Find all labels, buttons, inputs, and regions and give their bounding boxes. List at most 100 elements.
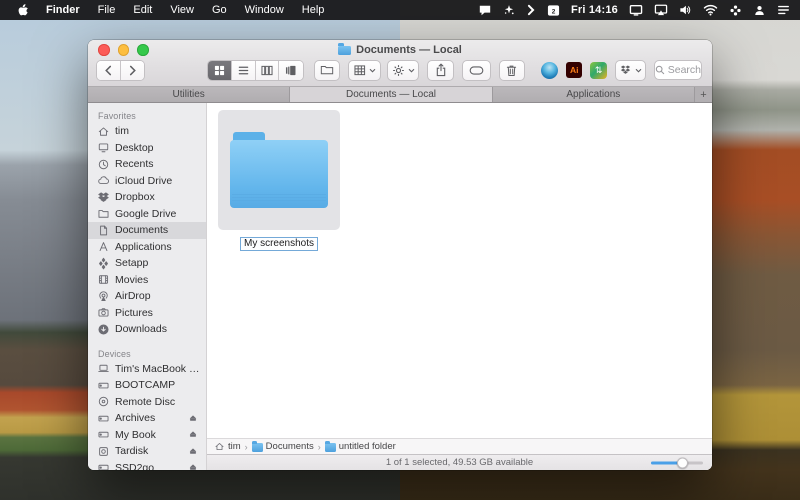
back-button[interactable]: [97, 60, 121, 80]
sidebar-item-desktop[interactable]: Desktop: [88, 140, 206, 157]
zoom-button[interactable]: [137, 44, 149, 56]
navigation-buttons: [96, 59, 146, 81]
tag-button[interactable]: [462, 59, 491, 81]
path-segment-tim[interactable]: tim: [214, 441, 241, 452]
window-chrome: Documents — Local Ai ⇅ Search: [88, 40, 712, 87]
sidebar-item-label: AirDrop: [115, 290, 151, 303]
sidebar-item-label: Applications: [115, 240, 172, 253]
chat-icon[interactable]: [478, 4, 492, 17]
eject-icon[interactable]: [188, 429, 199, 440]
volume-icon[interactable]: [679, 4, 692, 16]
list-view-button[interactable]: [231, 60, 256, 80]
selected-folder-tile[interactable]: [218, 110, 340, 230]
sidebar-item-tardisk[interactable]: Tardisk: [88, 443, 206, 460]
sidebar-item-pictures[interactable]: Pictures: [88, 305, 206, 322]
menu-item-help[interactable]: Help: [293, 0, 334, 20]
sidebar-item-movies[interactable]: Movies: [88, 272, 206, 289]
calendar-icon[interactable]: 2: [547, 4, 560, 17]
tab-bar: Utilities Documents — Local Applications +: [88, 87, 712, 103]
sidebar-item-label: Pictures: [115, 306, 153, 319]
tab-utilities[interactable]: Utilities: [88, 87, 291, 102]
icon-view-button[interactable]: [208, 60, 232, 80]
menu-clock[interactable]: Fri 14:16: [571, 4, 618, 16]
sphere-glyph: [541, 61, 559, 79]
share-icon: [436, 63, 445, 77]
wand-icon[interactable]: [503, 4, 515, 16]
sidebar-item-airdrop[interactable]: AirDrop: [88, 288, 206, 305]
wifi-icon[interactable]: [703, 4, 718, 16]
sidebar-item-label: Remote Disc: [115, 395, 176, 408]
folder-icon: [251, 441, 263, 452]
app-illustrator-icon[interactable]: Ai: [566, 62, 583, 78]
airplay-icon[interactable]: [654, 4, 668, 16]
sidebar-item-my-book[interactable]: My Book: [88, 427, 206, 444]
close-button[interactable]: [98, 44, 110, 56]
dropbox-menu-button[interactable]: [615, 59, 646, 81]
sidebar-item-downloads[interactable]: Downloads: [88, 321, 206, 338]
forward-button[interactable]: [120, 60, 145, 80]
icon-size-slider[interactable]: [651, 457, 703, 468]
sidebar-item-tim[interactable]: tim: [88, 123, 206, 140]
arrange-menu-button[interactable]: [348, 59, 381, 81]
menu-item-go[interactable]: Go: [203, 0, 236, 20]
sidebar-item-bootcamp[interactable]: BOOTCAMP: [88, 377, 206, 394]
sidebar-item-ssd2go[interactable]: SSD2go: [88, 460, 206, 470]
sidebar-item-setapp[interactable]: Setapp: [88, 255, 206, 272]
minimize-button[interactable]: [117, 44, 129, 56]
share-button[interactable]: [427, 59, 454, 81]
user-icon[interactable]: [753, 4, 766, 17]
slider-thumb[interactable]: [677, 457, 689, 468]
folder-name-edit-field[interactable]: My screenshots: [239, 237, 319, 251]
menu-item-file[interactable]: File: [89, 0, 125, 20]
sidebar-item-icloud-drive[interactable]: iCloud Drive: [88, 173, 206, 190]
add-tab-button[interactable]: +: [695, 87, 712, 102]
sidebar-item-recents[interactable]: Recents: [88, 156, 206, 173]
sidebar-item-label: Dropbox: [115, 191, 155, 204]
sidebar-item-archives[interactable]: Archives: [88, 410, 206, 427]
chevron-icon[interactable]: [526, 4, 536, 16]
app-sphere-icon[interactable]: [541, 61, 559, 79]
path-bar: tim › Documents › untitled folder: [207, 438, 712, 454]
column-view-button[interactable]: [255, 60, 280, 80]
eject-icon[interactable]: [188, 462, 199, 470]
path-segment-untitled-folder[interactable]: untitled folder: [324, 441, 396, 452]
fan-icon[interactable]: [729, 4, 742, 17]
new-folder-button[interactable]: [313, 59, 341, 81]
path-segment-label: tim: [228, 441, 241, 452]
eject-icon[interactable]: [188, 413, 199, 424]
display-icon[interactable]: [629, 4, 643, 16]
path-segment-documents[interactable]: Documents: [251, 441, 314, 452]
menu-items: Finder File Edit View Go Window Help: [37, 0, 333, 20]
tab-label: Documents — Local: [345, 89, 437, 100]
trash-icon: [507, 65, 517, 76]
tab-applications[interactable]: Applications: [492, 87, 695, 102]
eject-icon[interactable]: [188, 446, 199, 457]
sidebar-item-label: Movies: [115, 273, 149, 286]
finder-window: Documents — Local Ai ⇅ Search Utilities …: [88, 40, 712, 470]
menu-item-finder[interactable]: Finder: [37, 0, 89, 20]
coverflow-view-button[interactable]: [279, 60, 303, 80]
trash-button[interactable]: [498, 59, 526, 81]
sidebar-item-label: My Book: [115, 428, 156, 441]
tab-documents-local[interactable]: Documents — Local: [290, 87, 493, 102]
sidebar-item-documents[interactable]: Documents: [88, 222, 206, 239]
sidebar-item-tim-s-macbook-pro[interactable]: Tim's MacBook Pro: [88, 361, 206, 378]
apple-menu[interactable]: [16, 3, 29, 18]
toolbar: Ai ⇅ Search: [88, 59, 712, 86]
sidebar-section-favorites: Favorites: [98, 111, 136, 121]
search-input[interactable]: Search: [653, 60, 703, 80]
menu-item-edit[interactable]: Edit: [124, 0, 161, 20]
menu-item-window[interactable]: Window: [236, 0, 293, 20]
app-colored-icon[interactable]: ⇅: [590, 61, 608, 79]
search-placeholder: Search: [667, 64, 702, 76]
notification-list-icon[interactable]: [777, 4, 790, 16]
sidebar-item-dropbox[interactable]: Dropbox: [88, 189, 206, 206]
menu-item-view[interactable]: View: [161, 0, 203, 20]
sidebar-item-remote-disc[interactable]: Remote Disc: [88, 394, 206, 411]
sidebar-item-google-drive[interactable]: Google Drive: [88, 206, 206, 223]
title-bar[interactable]: Documents — Local: [88, 40, 712, 59]
file-view[interactable]: My screenshots: [207, 103, 712, 438]
apple-icon: [18, 3, 28, 15]
action-menu-button[interactable]: [386, 59, 420, 81]
sidebar-item-applications[interactable]: Applications: [88, 239, 206, 256]
